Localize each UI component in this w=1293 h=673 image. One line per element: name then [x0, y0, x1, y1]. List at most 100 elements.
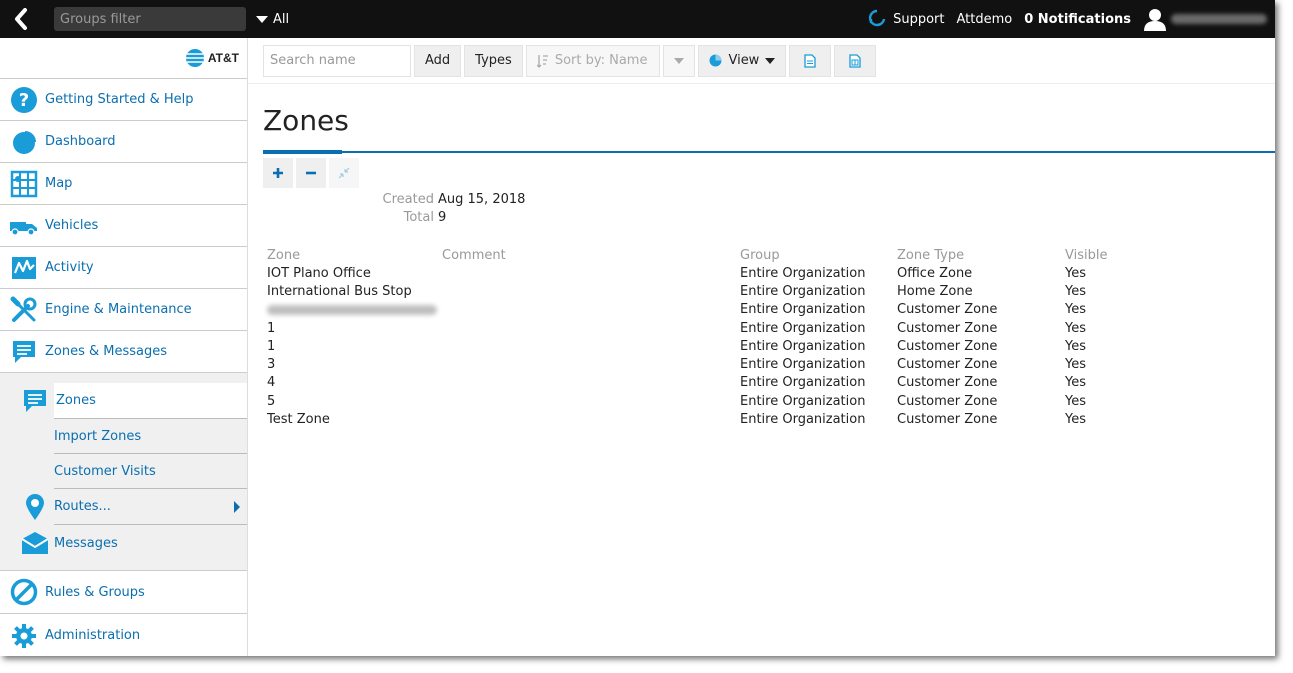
title-divider — [263, 151, 1275, 153]
groups-filter-input[interactable] — [54, 7, 246, 31]
table-row[interactable]: 4 Entire Organization Customer Zone Yes — [267, 374, 1145, 392]
sidebar-item-vehicles[interactable]: Vehicles — [0, 204, 247, 246]
sidebar-item-label: Administration — [45, 628, 141, 643]
toolbar: Add Types Sort by: Name View — [248, 38, 1275, 84]
zones-table-body: IOT Plano Office Entire Organization Offic… — [267, 264, 1145, 429]
sidebar-subitem-zones[interactable]: Zones — [0, 383, 247, 419]
zone-name-cell[interactable]: IOT Plano Office — [267, 264, 442, 282]
top-bar: All Support Attdemo 0 Notifications — [0, 0, 1275, 38]
column-header-group[interactable]: Group — [740, 246, 897, 264]
groups-all-label: All — [273, 11, 290, 27]
export-pdf-button[interactable] — [789, 44, 832, 77]
comment-cell — [442, 410, 740, 428]
zones-table: Zone Comment Group Zone Type Visible IOT… — [267, 246, 1145, 429]
comment-cell — [442, 301, 740, 319]
visible-cell: Yes — [1065, 375, 1086, 391]
collapse-button[interactable] — [329, 158, 359, 188]
collapse-all-button[interactable] — [296, 158, 326, 188]
support-label: Support — [893, 11, 945, 27]
sidebar-item-activity[interactable]: Activity — [0, 246, 247, 288]
export-excel-button[interactable] — [834, 44, 877, 77]
chevron-left-icon — [15, 8, 27, 30]
minus-icon — [306, 171, 316, 175]
notifications-link[interactable]: 0 Notifications — [1024, 12, 1131, 27]
group-cell: Entire Organization — [740, 302, 866, 318]
top-bar-right: Support Attdemo 0 Notifications — [868, 0, 1275, 38]
table-row[interactable]: Entire Organization Customer Zone Yes — [267, 301, 1145, 319]
sidebar-subitem-customer-visits[interactable]: Customer Visits — [0, 454, 247, 489]
document-icon — [804, 53, 816, 68]
envelope-icon — [21, 532, 49, 554]
shrink-icon — [338, 167, 350, 179]
zone-type-cell: Customer Zone — [897, 320, 998, 336]
sort-direction-dropdown[interactable] — [663, 44, 696, 77]
zone-name-cell[interactable]: 1 — [267, 319, 442, 337]
zone-name-cell[interactable]: International Bus Stop — [267, 282, 442, 300]
column-header-zone[interactable]: Zone — [267, 246, 442, 264]
sidebar-item-dashboard[interactable]: Dashboard — [0, 120, 247, 162]
sidebar-item-rules-groups[interactable]: Rules & Groups — [0, 570, 247, 613]
user-name[interactable]: Attdemo — [957, 12, 1013, 27]
sidebar-subitem-routes-row: Routes... — [54, 489, 247, 525]
table-row[interactable]: 5 Entire Organization Customer Zone Yes — [267, 392, 1145, 410]
back-button[interactable] — [0, 0, 42, 38]
visible-cell: Yes — [1065, 357, 1086, 373]
caret-down-icon — [765, 57, 776, 64]
view-button[interactable]: View — [698, 44, 787, 77]
zone-name-cell[interactable]: 4 — [267, 374, 442, 392]
gear-icon — [12, 623, 36, 648]
visible-cell: Yes — [1065, 283, 1086, 299]
zone-type-cell: Office Zone — [897, 265, 973, 281]
plus-icon — [273, 168, 283, 178]
table-row[interactable]: Test Zone Entire Organization Customer Zon… — [267, 410, 1145, 428]
column-header-comment[interactable]: Comment — [442, 246, 740, 264]
sidebar-subitem-label: Routes... — [54, 499, 111, 514]
table-row[interactable]: 1 Entire Organization Customer Zone Yes — [267, 337, 1145, 355]
sidebar-item-zones-messages[interactable]: Zones & Messages — [0, 330, 247, 372]
table-row[interactable]: IOT Plano Office Entire Organization Offic… — [267, 264, 1145, 282]
vehicles-icon — [10, 221, 37, 236]
column-header-visible[interactable]: Visible — [1065, 246, 1145, 264]
sidebar-item-label: Activity — [45, 260, 94, 275]
sidebar-subitem-routes[interactable]: Routes... — [0, 489, 247, 525]
groups-all-dropdown[interactable]: All — [256, 12, 289, 27]
sidebar-item-getting-started[interactable]: ? Getting Started & Help — [0, 78, 247, 120]
table-row[interactable]: 3 Entire Organization Customer Zone Yes — [267, 355, 1145, 373]
comment-cell — [442, 374, 740, 392]
column-header-zone-type[interactable]: Zone Type — [897, 246, 1065, 264]
created-value: Aug 15, 2018 — [438, 192, 526, 207]
sidebar-item-administration[interactable]: Administration — [0, 613, 247, 656]
created-label: Created — [382, 192, 434, 207]
sidebar-subitem-messages[interactable]: Messages — [0, 525, 247, 561]
zone-name-cell[interactable]: 1 — [267, 337, 442, 355]
zone-name-cell[interactable]: 3 — [267, 355, 442, 373]
sort-icon — [536, 54, 548, 68]
sort-by-label: Sort by: Name — [554, 53, 648, 68]
sidebar-item-engine-maintenance[interactable]: Engine & Maintenance — [0, 288, 247, 330]
visible-cell: Yes — [1065, 338, 1086, 354]
user-avatar[interactable] — [1143, 7, 1167, 31]
table-row[interactable]: 1 Entire Organization Customer Zone Yes — [267, 319, 1145, 337]
zones-summary: Created Aug 15, 2018 Total 9 — [363, 191, 526, 227]
zone-name-cell[interactable]: Test Zone — [267, 410, 442, 428]
sidebar-item-map[interactable]: Map — [0, 162, 247, 204]
pie-chart-icon — [709, 54, 722, 67]
sidebar-item-label: Getting Started & Help — [45, 92, 194, 107]
sidebar-subitem-import-zones[interactable]: Import Zones — [0, 419, 247, 454]
total-value: 9 — [438, 210, 447, 225]
add-button[interactable]: Add — [414, 44, 462, 77]
table-row[interactable]: International Bus Stop Entire Organizatio… — [267, 282, 1145, 300]
types-button[interactable]: Types — [464, 44, 523, 77]
activity-icon — [12, 256, 36, 279]
expand-all-button[interactable] — [263, 158, 293, 188]
visible-cell: Yes — [1065, 265, 1086, 281]
sort-by-button[interactable]: Sort by: Name — [525, 44, 661, 77]
zone-name-cell[interactable] — [267, 301, 442, 319]
visible-cell: Yes — [1065, 393, 1086, 409]
sidebar-subitem-label: Import Zones — [54, 419, 247, 454]
search-name-input[interactable] — [263, 44, 411, 77]
svg-text:?: ? — [19, 90, 29, 111]
support-link[interactable]: Support — [868, 9, 945, 29]
zone-name-cell[interactable]: 5 — [267, 392, 442, 410]
group-cell: Entire Organization — [740, 338, 866, 354]
